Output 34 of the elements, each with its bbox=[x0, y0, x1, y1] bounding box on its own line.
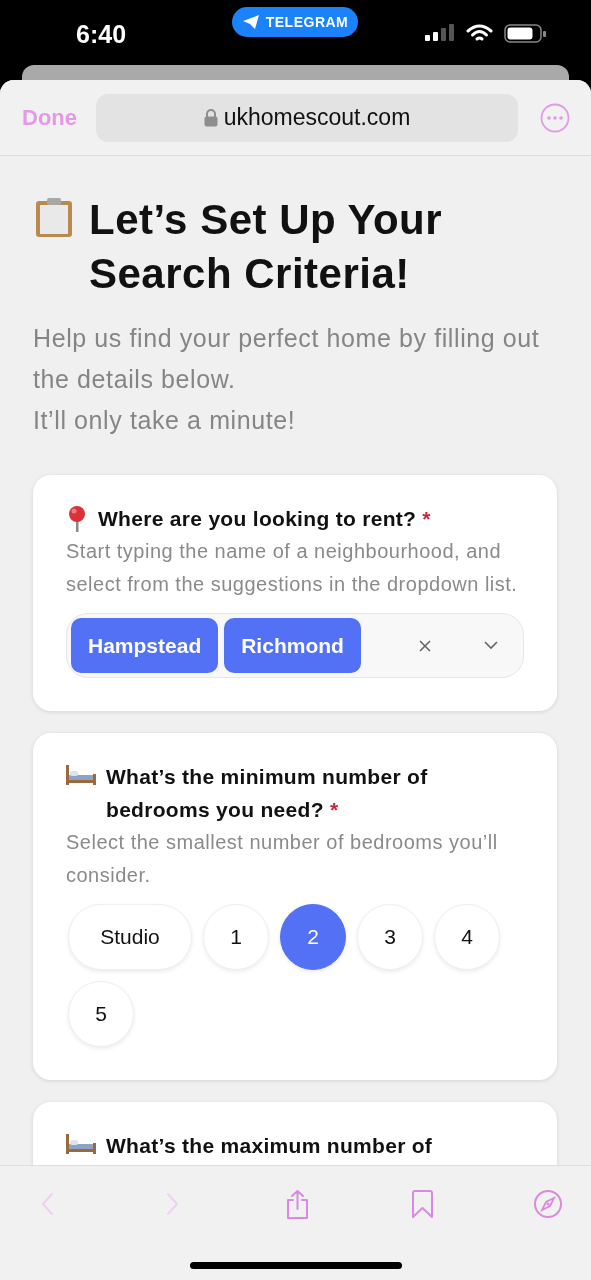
compass-icon[interactable] bbox=[534, 1190, 562, 1218]
bedroom-option[interactable]: Studio bbox=[68, 904, 192, 970]
share-icon[interactable] bbox=[285, 1189, 310, 1219]
neighbourhood-tag[interactable]: Hampstead bbox=[71, 618, 219, 673]
intro-text: Help us find your perfect home by filling out the details below. bbox=[33, 323, 541, 395]
more-icon[interactable] bbox=[540, 102, 570, 133]
address-bar[interactable]: ukhomescout.com bbox=[96, 93, 518, 142]
clipboard-icon bbox=[33, 197, 75, 239]
bedroom-option[interactable]: 2 bbox=[280, 904, 346, 970]
neighbourhood-tag[interactable]: Richmond bbox=[224, 618, 361, 673]
telegram-badge[interactable]: TELEGRAM bbox=[232, 7, 358, 37]
page-title: Let’s Set Up Your Search Criteria! bbox=[89, 195, 444, 299]
battery-icon bbox=[504, 24, 547, 44]
bed-icon bbox=[66, 1132, 96, 1154]
lock-icon bbox=[203, 108, 218, 127]
question-hint: Select the smallest number of bedrooms you’ll consider. bbox=[66, 830, 499, 888]
question-label: Where are you looking to rent? * bbox=[98, 506, 431, 532]
bedroom-option[interactable]: 1 bbox=[203, 904, 269, 970]
question-hint: Start typing the name of a neighbourhood, and select from the suggestions in the dropdown list. bbox=[66, 539, 519, 597]
wifi-icon bbox=[466, 24, 493, 43]
chevron-down-icon[interactable] bbox=[484, 641, 498, 650]
pin-icon bbox=[66, 505, 88, 533]
signal-icon bbox=[425, 24, 455, 44]
bookmark-icon[interactable] bbox=[410, 1190, 436, 1218]
question-label: What’s the maximum number of bbox=[106, 1133, 433, 1159]
clear-icon[interactable] bbox=[419, 639, 431, 652]
bed-icon bbox=[66, 763, 96, 785]
neighbourhood-select[interactable]: Hampstead Richmond bbox=[66, 613, 524, 678]
clock-time: 6:40 bbox=[76, 20, 127, 49]
bedroom-option[interactable]: 4 bbox=[434, 904, 500, 970]
question-label: What’s the minimum number of bedrooms you need? * bbox=[106, 764, 429, 823]
intro-text: It’ll only take a minute! bbox=[33, 405, 297, 436]
bedroom-option[interactable]: 5 bbox=[68, 981, 134, 1047]
bedroom-option[interactable]: 3 bbox=[357, 904, 423, 970]
